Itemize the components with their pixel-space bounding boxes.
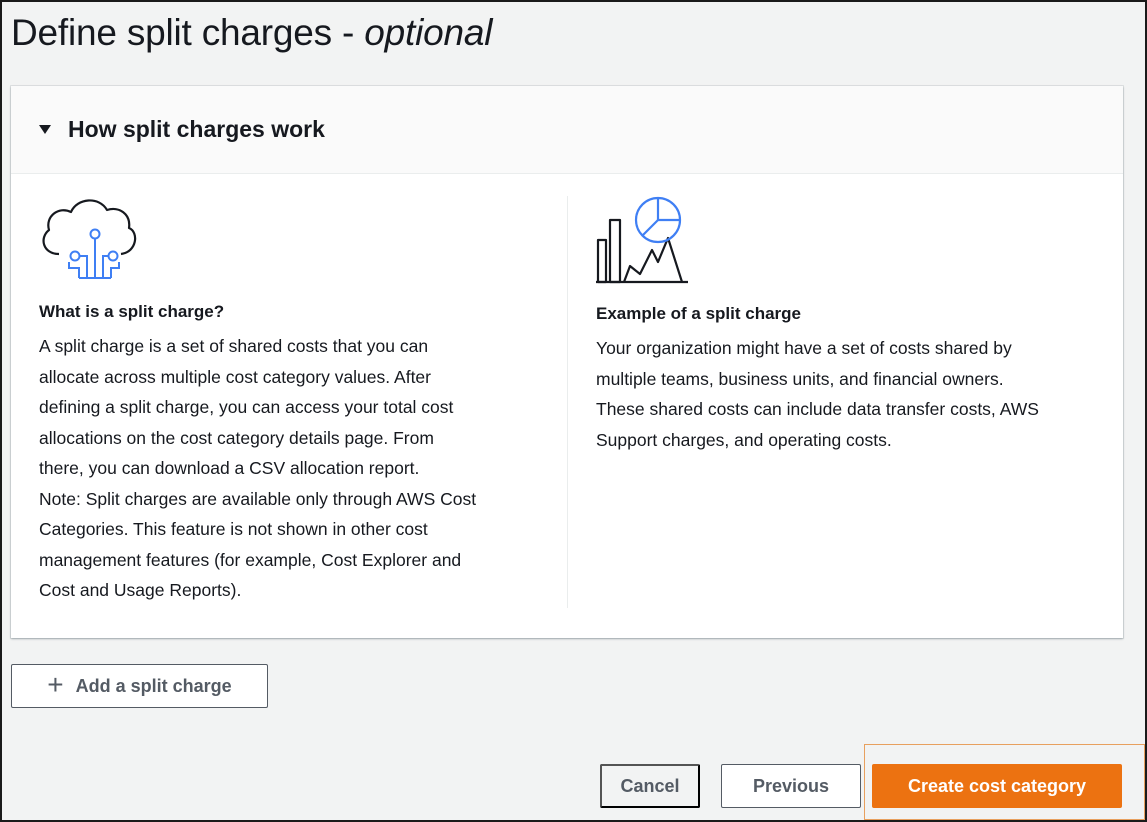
chart-analytics-icon	[596, 194, 1101, 290]
add-split-charge-label: Add a split charge	[75, 675, 232, 696]
right-description: Your organization might have a set of co…	[596, 333, 1101, 455]
text-line: management features (for example, Cost E…	[39, 549, 462, 570]
text-line: Cost and Usage Reports).	[39, 580, 242, 600]
panel-header-toggle[interactable]: How split charges work	[11, 86, 1123, 174]
column-divider	[567, 196, 568, 608]
text-line: Note: Split charges are available only t…	[39, 488, 477, 509]
text-line: defining a split charge, you can access …	[39, 397, 454, 417]
page-title-optional: optional	[364, 12, 493, 53]
create-cost-category-button[interactable]: Create cost category	[872, 764, 1122, 808]
cloud-network-icon	[39, 194, 544, 290]
panel-header-title: How split charges work	[68, 116, 325, 142]
text-line: there, you can download a CSV allocation…	[39, 458, 420, 478]
text-line: Your organization might have a set of co…	[596, 338, 1012, 358]
right-heading: Example of a split charge	[596, 304, 802, 323]
plus-icon: +	[47, 668, 64, 700]
text-line: allocate across multiple cost category v…	[39, 366, 431, 387]
text-line: Categories. This feature is not shown in…	[39, 519, 428, 539]
text-line: Support charges, and operating costs.	[596, 429, 892, 450]
what-is-split-charge-column: What is a split charge? A split charge i…	[39, 194, 544, 606]
caret-down-icon	[39, 125, 51, 134]
left-heading: What is a split charge?	[39, 302, 225, 321]
example-split-charge-column: Example of a split charge Your organizat…	[596, 194, 1101, 455]
text-line: multiple teams, business units, and fina…	[596, 368, 1004, 389]
previous-button[interactable]: Previous	[721, 764, 861, 808]
left-description: A split charge is a set of shared costs …	[39, 331, 544, 606]
text-line: A split charge is a set of shared costs …	[39, 336, 429, 356]
page-title: Define split charges - optional	[11, 12, 493, 53]
add-split-charge-button[interactable]: + Add a split charge	[11, 664, 268, 708]
text-line: allocations on the cost category details…	[39, 427, 434, 448]
how-split-charges-work-panel: How split charges work What is a split c…	[11, 86, 1123, 638]
cancel-button[interactable]: Cancel	[600, 764, 700, 808]
text-line: These shared costs can include data tran…	[596, 399, 1039, 419]
